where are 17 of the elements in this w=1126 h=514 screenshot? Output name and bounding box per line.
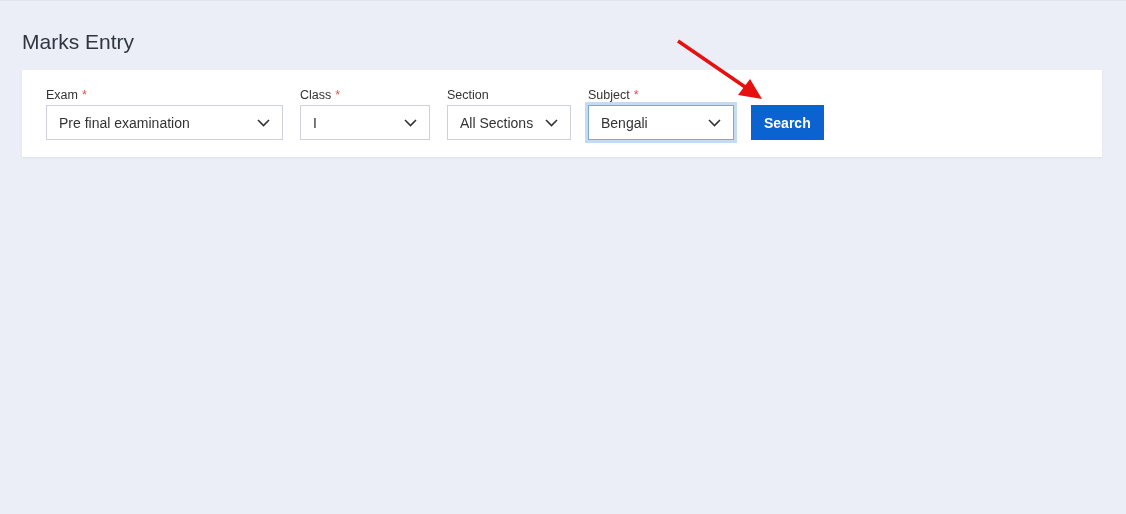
chevron-down-icon [708, 118, 721, 127]
required-mark: * [81, 88, 87, 102]
chevron-down-icon [257, 118, 270, 127]
field-label: Class [300, 88, 332, 102]
dropdown[interactable]: Pre final examination [46, 105, 283, 140]
page-title: Marks Entry [21, 29, 135, 55]
required-mark: * [335, 88, 341, 102]
field-label: Exam [46, 88, 78, 102]
chevron-down-icon [545, 118, 558, 127]
dropdown[interactable]: I [300, 105, 430, 140]
field-label: Section [447, 88, 489, 102]
field-label: Subject [588, 88, 630, 102]
dropdown[interactable]: Bengali [588, 105, 734, 140]
chevron-down-icon [404, 118, 417, 127]
required-mark: * [633, 88, 639, 102]
search-button[interactable]: Search [751, 105, 824, 140]
dropdown[interactable]: All Sections [447, 105, 571, 140]
